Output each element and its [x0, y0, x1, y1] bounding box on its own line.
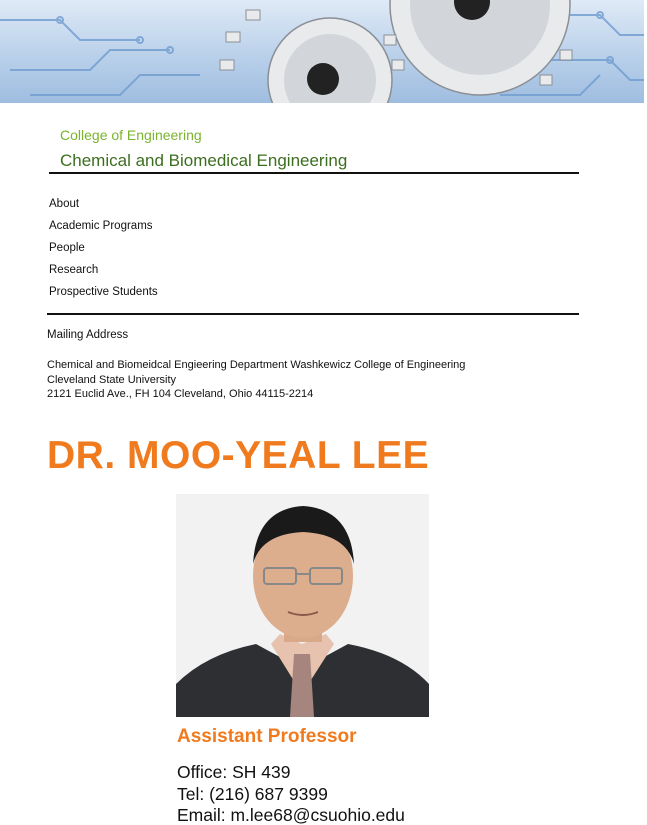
profile-name: DR. MOO-YEAL LEE: [47, 434, 430, 477]
email-link[interactable]: Email: m.lee68@csuohio.edu: [177, 805, 405, 825]
mailing-address-line: Chemical and Biomeidcal Engieering Depar…: [47, 359, 466, 371]
divider-bottom: [47, 313, 579, 315]
mailing-address-title: Mailing Address: [47, 329, 129, 341]
nav-item-research[interactable]: Research: [49, 259, 158, 281]
nav-item-people[interactable]: People: [49, 237, 158, 259]
office-text: Office: SH 439: [177, 762, 291, 782]
mailing-address-line: 2121 Euclid Ave., FH 104 Cleveland, Ohio…: [47, 388, 314, 400]
nav-item-about[interactable]: About: [49, 193, 158, 215]
mailing-address-line: Cleveland State University: [47, 373, 177, 386]
department-nav: About Academic Programs People Research …: [49, 193, 158, 303]
divider-top: [49, 172, 579, 174]
gears-circuit-banner-image: [0, 0, 644, 103]
college-name[interactable]: College of Engineering: [60, 127, 202, 143]
header-banner: [0, 0, 644, 103]
phone-text: Tel: (216) 687 9399: [177, 783, 328, 804]
mailing-address: Chemical and Biomeidcal Engieering Depar…: [47, 358, 467, 402]
nav-item-prospective-students[interactable]: Prospective Students: [49, 281, 158, 303]
department-name[interactable]: Chemical and Biomedical Engineering: [60, 151, 347, 171]
nav-item-academic-programs[interactable]: Academic Programs: [49, 215, 158, 237]
contact-info: Office: SH 439 Tel: (216) 687 9399 Email…: [177, 762, 405, 825]
profile-photo: [176, 494, 429, 717]
profile-title: Assistant Professor: [177, 726, 357, 747]
